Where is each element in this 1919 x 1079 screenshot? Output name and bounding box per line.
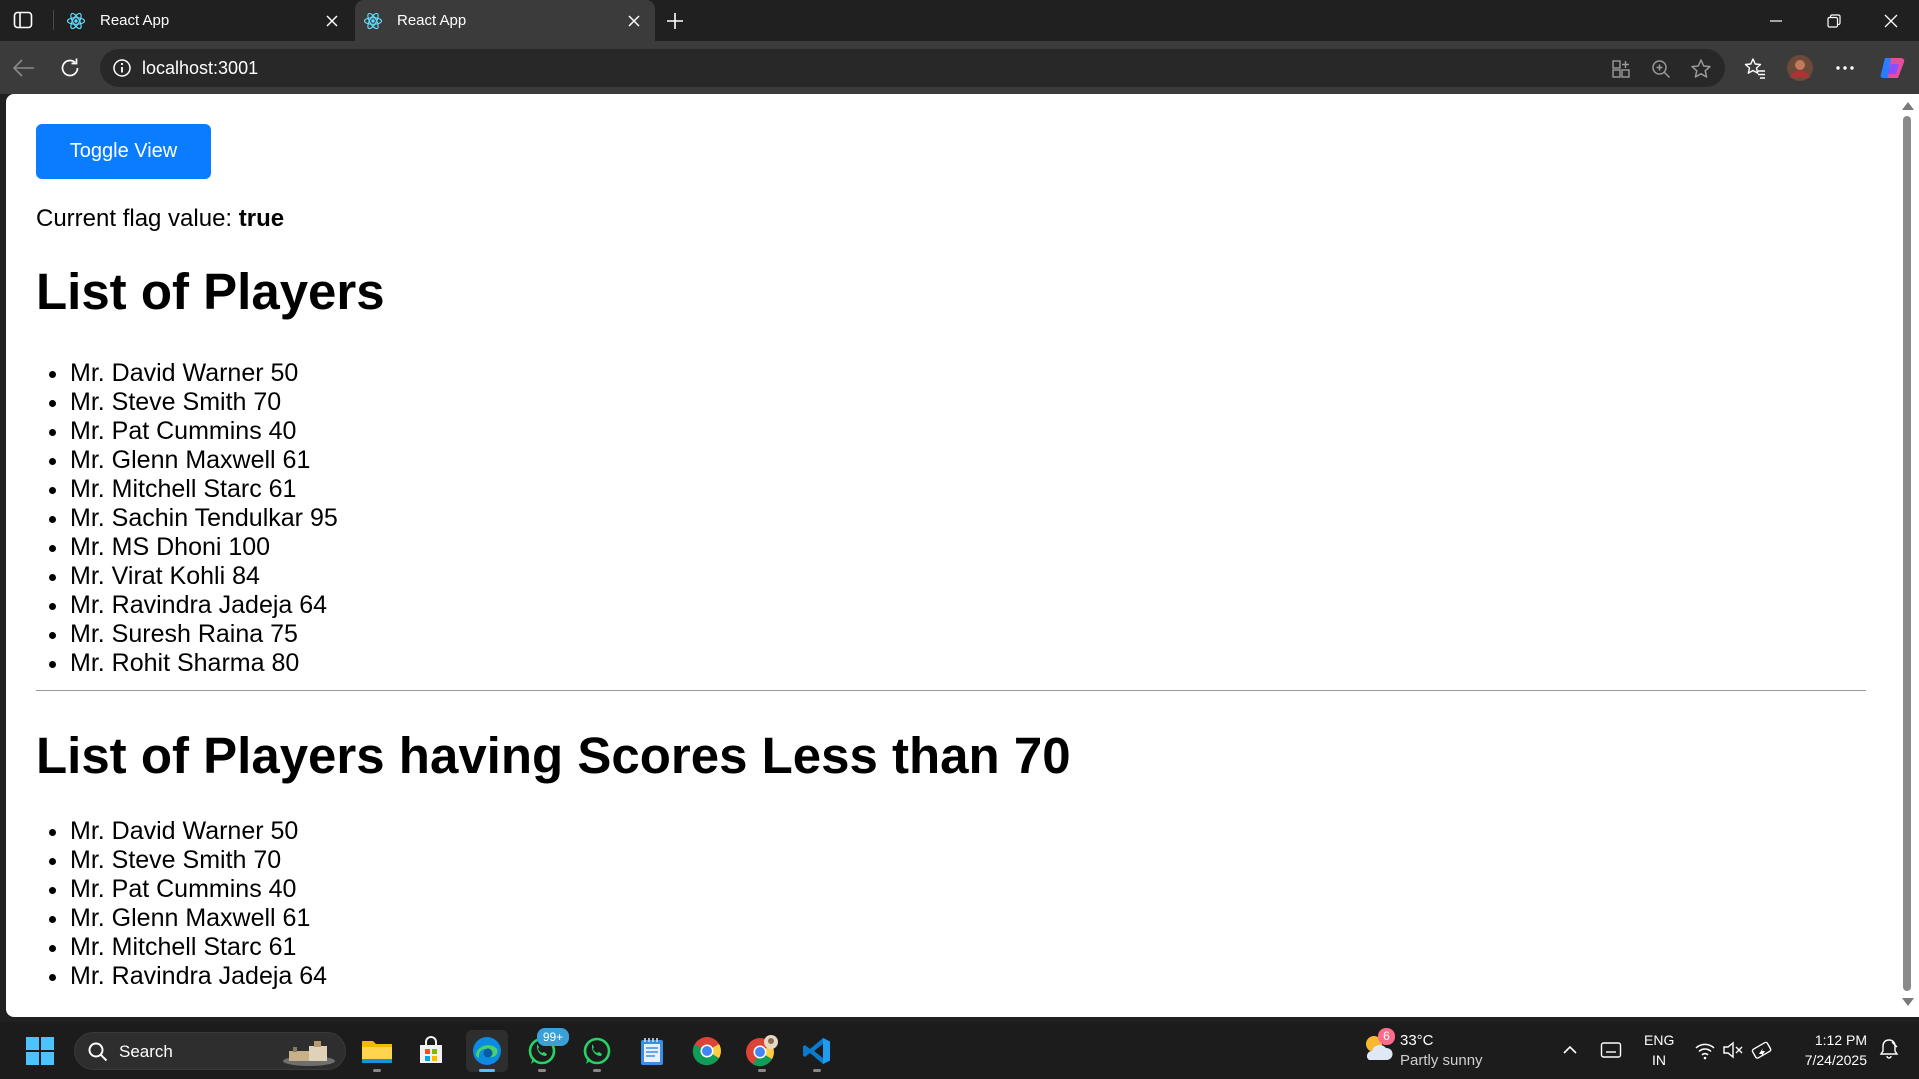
- flag-status: Current flag value: true: [36, 205, 1866, 233]
- copilot-icon[interactable]: [1878, 53, 1908, 83]
- page-viewport: Toggle View Current flag value: true Lis…: [6, 94, 1896, 1017]
- player-item: Mr. Pat Cummins 40: [70, 875, 1866, 904]
- running-indicator: [373, 1069, 381, 1072]
- heading-filtered-players: List of Players having Scores Less than …: [36, 727, 1071, 784]
- weather-icon[interactable]: 6: [1360, 1028, 1395, 1066]
- language-top[interactable]: ENG: [1644, 1031, 1674, 1050]
- player-item: Mr. MS Dhoni 100: [70, 533, 1866, 562]
- scroll-down-arrow[interactable]: [1902, 998, 1914, 1006]
- react-logo-icon: [66, 11, 86, 31]
- refresh-button[interactable]: [55, 53, 85, 83]
- app-available-icon[interactable]: [1608, 56, 1634, 82]
- react-app-content: Toggle View Current flag value: true Lis…: [36, 124, 1866, 991]
- player-item: Mr. Steve Smith 70: [70, 388, 1866, 417]
- chrome-icon[interactable]: [686, 1030, 728, 1072]
- running-indicator: [538, 1069, 546, 1072]
- back-button[interactable]: [9, 53, 39, 83]
- new-tab-button[interactable]: [662, 9, 688, 33]
- search-label: Search: [119, 1042, 173, 1061]
- search-icon: [88, 1042, 108, 1062]
- running-indicator: [479, 1069, 495, 1072]
- language-bottom[interactable]: IN: [1652, 1051, 1666, 1070]
- scroll-up-arrow[interactable]: [1902, 102, 1914, 110]
- wifi-icon[interactable]: [1694, 1040, 1716, 1060]
- running-indicator: [593, 1069, 601, 1072]
- keyboard-icon[interactable]: [1600, 1040, 1622, 1060]
- player-item: Mr. Mitchell Starc 61: [70, 933, 1866, 962]
- address-bar[interactable]: localhost:3001: [100, 49, 1725, 87]
- players-list: Mr. David Warner 50 Mr. Steve Smith 70 M…: [36, 359, 1866, 678]
- weather-badge: 6: [1378, 1028, 1395, 1045]
- start-button[interactable]: [19, 1030, 61, 1072]
- player-item: Mr. Glenn Maxwell 61: [70, 446, 1866, 475]
- volume-muted-icon[interactable]: [1722, 1040, 1744, 1060]
- react-logo-icon: [363, 11, 383, 31]
- minimize-button[interactable]: [1747, 0, 1805, 41]
- close-window-button[interactable]: [1862, 0, 1919, 41]
- scrollbar-thumb[interactable]: [1903, 116, 1911, 991]
- running-indicator: [813, 1069, 821, 1072]
- player-item: Mr. David Warner 50: [70, 817, 1866, 846]
- favorite-star-icon[interactable]: [1688, 56, 1714, 82]
- player-item: Mr. Suresh Raina 75: [70, 620, 1866, 649]
- edge-browser-icon[interactable]: [466, 1030, 508, 1072]
- search-highlight-icon: [283, 1041, 335, 1066]
- player-item: Mr. Steve Smith 70: [70, 846, 1866, 875]
- file-explorer-icon[interactable]: [356, 1030, 398, 1072]
- player-item: Mr. Rohit Sharma 80: [70, 649, 1866, 678]
- show-hidden-icons-chevron-icon[interactable]: [1562, 1042, 1578, 1058]
- windows-taskbar: Search 99+ 6 33°C Partly sunny ENG IN 1:…: [0, 1022, 1919, 1079]
- tab-actions-icon[interactable]: [12, 9, 34, 31]
- whatsapp-icon[interactable]: [576, 1030, 618, 1072]
- zoom-icon[interactable]: [1648, 56, 1674, 82]
- whatsapp-business-icon[interactable]: 99+: [521, 1028, 569, 1072]
- page-scrollbar[interactable]: [1896, 94, 1919, 1017]
- chrome-profile-icon[interactable]: [741, 1030, 783, 1072]
- tab-react-app-2[interactable]: React App: [355, 0, 655, 41]
- heading-all-players: List of Players: [36, 263, 385, 320]
- taskbar-search[interactable]: Search: [74, 1032, 346, 1070]
- browser-toolbar: localhost:3001: [0, 41, 1919, 94]
- weather-temp[interactable]: 33°C: [1400, 1031, 1434, 1050]
- tab-strip: React App React App: [0, 0, 1919, 41]
- player-item: Mr. Ravindra Jadeja 64: [70, 591, 1866, 620]
- player-item: Mr. Pat Cummins 40: [70, 417, 1866, 446]
- battery-icon[interactable]: [1750, 1040, 1774, 1060]
- player-item: Mr. Mitchell Starc 61: [70, 475, 1866, 504]
- player-item: Mr. Ravindra Jadeja 64: [70, 962, 1866, 991]
- player-item: Mr. Virat Kohli 84: [70, 562, 1866, 591]
- favorites-icon[interactable]: [1740, 53, 1770, 83]
- notification-bell-icon[interactable]: [1878, 1038, 1900, 1060]
- section-divider: [36, 690, 1866, 691]
- running-indicator: [758, 1069, 766, 1072]
- notepad-icon[interactable]: [631, 1030, 673, 1072]
- player-item: Mr. Sachin Tendulkar 95: [70, 504, 1866, 533]
- close-tab-icon[interactable]: [321, 10, 343, 32]
- whatsapp-badge: 99+: [537, 1028, 569, 1046]
- vscode-icon[interactable]: [796, 1030, 838, 1072]
- filtered-players-list: Mr. David Warner 50 Mr. Steve Smith 70 M…: [36, 817, 1866, 991]
- player-item: Mr. David Warner 50: [70, 359, 1866, 388]
- weather-desc[interactable]: Partly sunny: [1400, 1051, 1483, 1070]
- flag-label: Current flag value:: [36, 205, 233, 232]
- player-item: Mr. Glenn Maxwell 61: [70, 904, 1866, 933]
- tab-react-app-1[interactable]: React App: [58, 0, 353, 41]
- address-url: localhost:3001: [142, 58, 259, 78]
- site-info-icon[interactable]: [112, 58, 132, 78]
- flag-value: true: [238, 205, 285, 232]
- more-menu-icon[interactable]: [1830, 53, 1860, 83]
- microsoft-store-icon[interactable]: [410, 1030, 452, 1072]
- clock-date[interactable]: 7/24/2025: [1790, 1051, 1867, 1070]
- restore-button[interactable]: [1805, 0, 1863, 41]
- tab-title: React App: [100, 12, 170, 29]
- close-tab-icon[interactable]: [623, 10, 645, 32]
- toggle-view-button[interactable]: Toggle View: [36, 124, 211, 179]
- profile-avatar[interactable]: [1785, 53, 1815, 83]
- clock-time[interactable]: 1:12 PM: [1807, 1031, 1867, 1050]
- tab-separator: [53, 10, 54, 30]
- tab-title: React App: [397, 12, 467, 29]
